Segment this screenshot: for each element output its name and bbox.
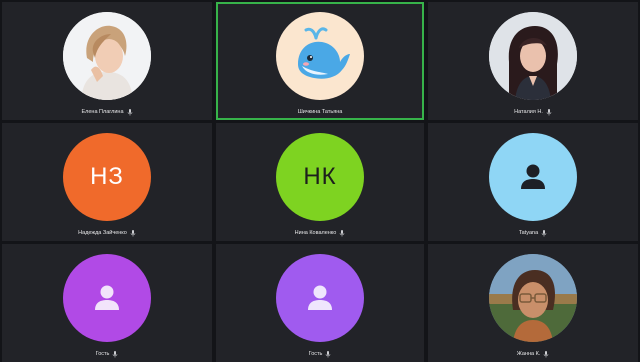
participant-name: Шичкина Татьяна xyxy=(297,109,343,115)
namebar: Гость xyxy=(2,348,212,360)
mic-icon[interactable] xyxy=(325,350,331,358)
tile-guest-2[interactable]: Гость xyxy=(216,244,424,362)
mic-icon[interactable] xyxy=(543,350,549,358)
participant-grid: Елена Плаглина Шичкина Татьяна Наталия Н… xyxy=(0,0,640,362)
whale-icon xyxy=(298,27,350,79)
namebar: Нина Коваленко xyxy=(216,227,424,239)
participant-name: Гость xyxy=(95,351,110,357)
tile-nadezhda[interactable]: НЗ Надежда Зайченко xyxy=(2,123,212,241)
tile-guest-1[interactable]: Гость xyxy=(2,244,212,362)
avatar xyxy=(489,12,577,100)
avatar xyxy=(63,12,151,100)
mic-icon[interactable] xyxy=(112,350,118,358)
tile-shichkina-active[interactable]: Шичкина Татьяна xyxy=(216,2,424,120)
person-photo-woman-dark-hair xyxy=(489,12,577,100)
namebar: Tatyana xyxy=(428,227,638,239)
avatar xyxy=(489,133,577,221)
namebar: Гость xyxy=(216,348,424,360)
participant-name: Нина Коваленко xyxy=(294,230,337,236)
avatar-initials: НЗ xyxy=(90,163,124,190)
mic-icon[interactable] xyxy=(127,108,133,116)
mic-icon[interactable] xyxy=(130,229,136,237)
namebar: Жанна К. xyxy=(428,348,638,360)
tile-zhanna[interactable]: Жанна К. xyxy=(428,244,638,362)
tile-elena[interactable]: Елена Плаглина xyxy=(2,2,212,120)
user-silhouette-icon xyxy=(521,164,545,189)
mic-icon[interactable] xyxy=(546,108,552,116)
person-photo-woman-blonde xyxy=(63,12,151,100)
avatar xyxy=(276,254,364,342)
avatar: НЗ xyxy=(63,133,151,221)
user-silhouette-icon xyxy=(95,285,119,310)
tile-nina[interactable]: НК Нина Коваленко xyxy=(216,123,424,241)
tile-tatyana[interactable]: Tatyana xyxy=(428,123,638,241)
participant-name: Наталия Н. xyxy=(514,109,543,115)
avatar: НК xyxy=(276,133,364,221)
participant-name: Елена Плаглина xyxy=(81,109,124,115)
avatar xyxy=(276,12,364,100)
namebar: Наталия Н. xyxy=(428,106,638,118)
user-silhouette-icon xyxy=(308,285,332,310)
participant-name: Tatyana xyxy=(518,230,539,236)
mic-icon[interactable] xyxy=(339,229,345,237)
namebar: Елена Плаглина xyxy=(2,106,212,118)
namebar: Шичкина Татьяна xyxy=(218,106,422,118)
tile-nataliya[interactable]: Наталия Н. xyxy=(428,2,638,120)
participant-name: Надежда Зайченко xyxy=(78,230,127,236)
avatar xyxy=(63,254,151,342)
person-photo-woman-glasses xyxy=(489,254,577,342)
avatar xyxy=(489,254,577,342)
namebar: Надежда Зайченко xyxy=(2,227,212,239)
participant-name: Жанна К. xyxy=(516,351,541,357)
participant-name: Гость xyxy=(308,351,323,357)
mic-icon[interactable] xyxy=(541,229,547,237)
avatar-initials: НК xyxy=(303,163,337,190)
